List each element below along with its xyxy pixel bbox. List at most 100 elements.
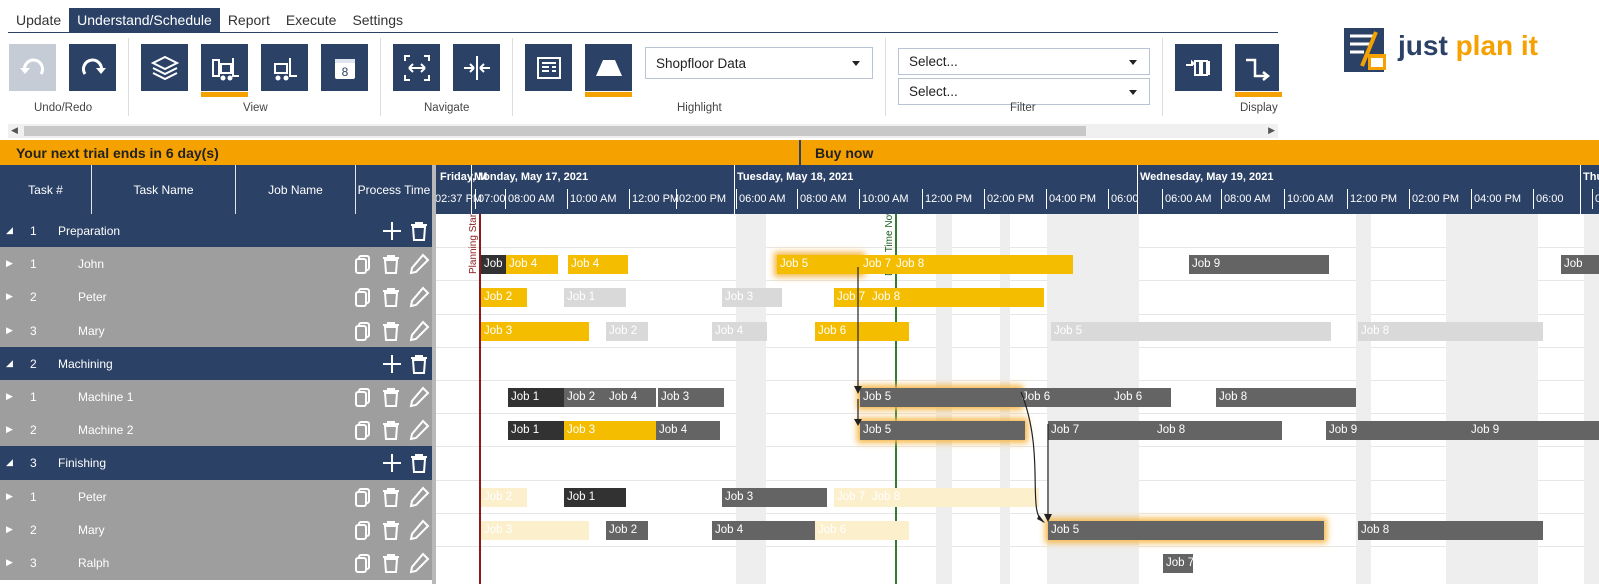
resource-row[interactable]: ▶ 1 Machine 1 — [0, 380, 432, 414]
columns-arrow-icon — [1185, 59, 1210, 76]
pencil-icon[interactable] — [408, 486, 430, 508]
add-icon[interactable] — [381, 220, 403, 242]
highlight-select[interactable]: Shopfloor Data — [645, 47, 873, 79]
row-number: 2 — [30, 523, 37, 537]
collapse-view-button[interactable] — [453, 44, 500, 91]
undo-button[interactable] — [9, 44, 56, 91]
trash-icon[interactable] — [380, 519, 402, 541]
trash-icon[interactable] — [380, 320, 402, 342]
trash-icon[interactable] — [380, 552, 402, 574]
trash-icon[interactable] — [408, 220, 430, 242]
hour-separator — [1221, 189, 1222, 209]
trial-message: Your next trial ends in 6 day(s) — [16, 145, 219, 161]
trash-icon[interactable] — [408, 353, 430, 375]
add-icon[interactable] — [381, 353, 403, 375]
column-header-job-name[interactable]: Job Name — [236, 165, 356, 214]
collapse-triangle-icon[interactable]: ◢ — [6, 225, 13, 236]
group-row[interactable]: ◢ 1 Preparation — [0, 214, 432, 248]
resource-row[interactable]: ▶ 2 Peter — [0, 280, 432, 314]
tab-execute[interactable]: Execute — [278, 8, 345, 32]
copy-icon[interactable] — [352, 320, 374, 342]
filter-select-1[interactable]: Select... — [898, 48, 1150, 75]
copy-icon[interactable] — [352, 419, 374, 441]
redo-button[interactable] — [69, 44, 116, 91]
report-highlight-button[interactable] — [525, 44, 572, 91]
logo-icon — [1344, 28, 1386, 72]
tab-update[interactable]: Update — [8, 8, 69, 32]
trash-icon[interactable] — [380, 419, 402, 441]
scroll-left-icon[interactable]: ◀ — [11, 125, 18, 136]
layers-button[interactable] — [141, 44, 188, 91]
expand-triangle-icon[interactable]: ▶ — [6, 325, 13, 336]
trash-icon[interactable] — [380, 486, 402, 508]
scroll-right-icon[interactable]: ▶ — [1268, 125, 1275, 136]
ribbon-scrollbar[interactable]: ◀ ▶ — [8, 124, 1278, 138]
highlight-select-value: Shopfloor Data — [656, 55, 747, 71]
pencil-icon[interactable] — [408, 519, 430, 541]
hour-separator — [1108, 189, 1109, 209]
calendar-button[interactable]: 8 — [321, 44, 368, 91]
shopfloor-highlight-button[interactable] — [585, 44, 632, 97]
group-label-navigate: Navigate — [424, 102, 470, 114]
pencil-icon[interactable] — [408, 253, 430, 275]
compress-arrows-icon — [463, 55, 490, 80]
copy-icon[interactable] — [352, 519, 374, 541]
layers-icon — [150, 55, 179, 80]
expand-triangle-icon[interactable]: ▶ — [6, 258, 13, 269]
expand-triangle-icon[interactable]: ▶ — [6, 291, 13, 302]
tab-settings[interactable]: Settings — [344, 8, 411, 32]
add-icon[interactable] — [381, 452, 403, 474]
resource-view-button[interactable] — [261, 44, 308, 91]
copy-icon[interactable] — [352, 286, 374, 308]
expand-arrows-icon — [403, 54, 430, 81]
resource-row[interactable]: ▶ 1 Peter — [0, 480, 432, 514]
pencil-icon[interactable] — [408, 386, 430, 408]
tab-underline — [8, 32, 1278, 33]
resource-row[interactable]: ▶ 3 Mary — [0, 314, 432, 348]
day-separator — [1137, 165, 1138, 214]
resource-row[interactable]: ▶ 3 Ralph — [0, 546, 432, 580]
filter-select-2[interactable]: Select... — [898, 78, 1150, 105]
resources-view-button[interactable] — [201, 44, 248, 97]
gantt-chart: Planning Start Date Time Now Job 1Job 4J… — [436, 214, 1599, 584]
trash-icon[interactable] — [380, 253, 402, 275]
pencil-icon[interactable] — [408, 419, 430, 441]
collapse-triangle-icon[interactable]: ◢ — [6, 457, 13, 468]
copy-icon[interactable] — [352, 386, 374, 408]
resource-row[interactable]: ▶ 2 Machine 2 — [0, 413, 432, 447]
display-columns-button[interactable] — [1175, 44, 1222, 91]
grid-header: Task # Task Name Job Name Process Time — [0, 165, 432, 214]
trash-icon[interactable] — [380, 286, 402, 308]
hour-separator — [922, 189, 923, 209]
pencil-icon[interactable] — [408, 552, 430, 574]
column-header-task-number[interactable]: Task # — [0, 165, 92, 214]
group-row[interactable]: ◢ 2 Machining — [0, 347, 432, 381]
column-header-process-time[interactable]: Process Time — [356, 165, 432, 214]
collapse-triangle-icon[interactable]: ◢ — [6, 358, 13, 369]
trash-icon[interactable] — [380, 386, 402, 408]
column-header-task-name[interactable]: Task Name — [92, 165, 236, 214]
fit-to-screen-button[interactable] — [393, 44, 440, 91]
tab-understand-schedule[interactable]: Understand/Schedule — [69, 8, 220, 32]
ribbon-scroll-thumb[interactable] — [24, 126, 1086, 136]
buy-now-link[interactable]: Buy now — [815, 145, 873, 161]
resource-row[interactable]: ▶ 1 John — [0, 247, 432, 281]
pencil-icon[interactable] — [408, 286, 430, 308]
expand-triangle-icon[interactable]: ▶ — [6, 424, 13, 435]
day-separator — [734, 165, 735, 214]
trash-icon[interactable] — [408, 452, 430, 474]
copy-icon[interactable] — [352, 552, 374, 574]
group-row[interactable]: ◢ 3 Finishing — [0, 446, 432, 480]
resource-row[interactable]: ▶ 2 Mary — [0, 513, 432, 547]
expand-triangle-icon[interactable]: ▶ — [6, 524, 13, 535]
pencil-icon[interactable] — [408, 320, 430, 342]
copy-icon[interactable] — [352, 253, 374, 275]
tab-report[interactable]: Report — [220, 8, 278, 32]
dependency-arrow-icon — [1246, 58, 1271, 81]
row-number: 1 — [30, 390, 37, 404]
copy-icon[interactable] — [352, 486, 374, 508]
display-dependencies-button[interactable] — [1235, 44, 1282, 97]
expand-triangle-icon[interactable]: ▶ — [6, 557, 13, 568]
expand-triangle-icon[interactable]: ▶ — [6, 491, 13, 502]
expand-triangle-icon[interactable]: ▶ — [6, 391, 13, 402]
